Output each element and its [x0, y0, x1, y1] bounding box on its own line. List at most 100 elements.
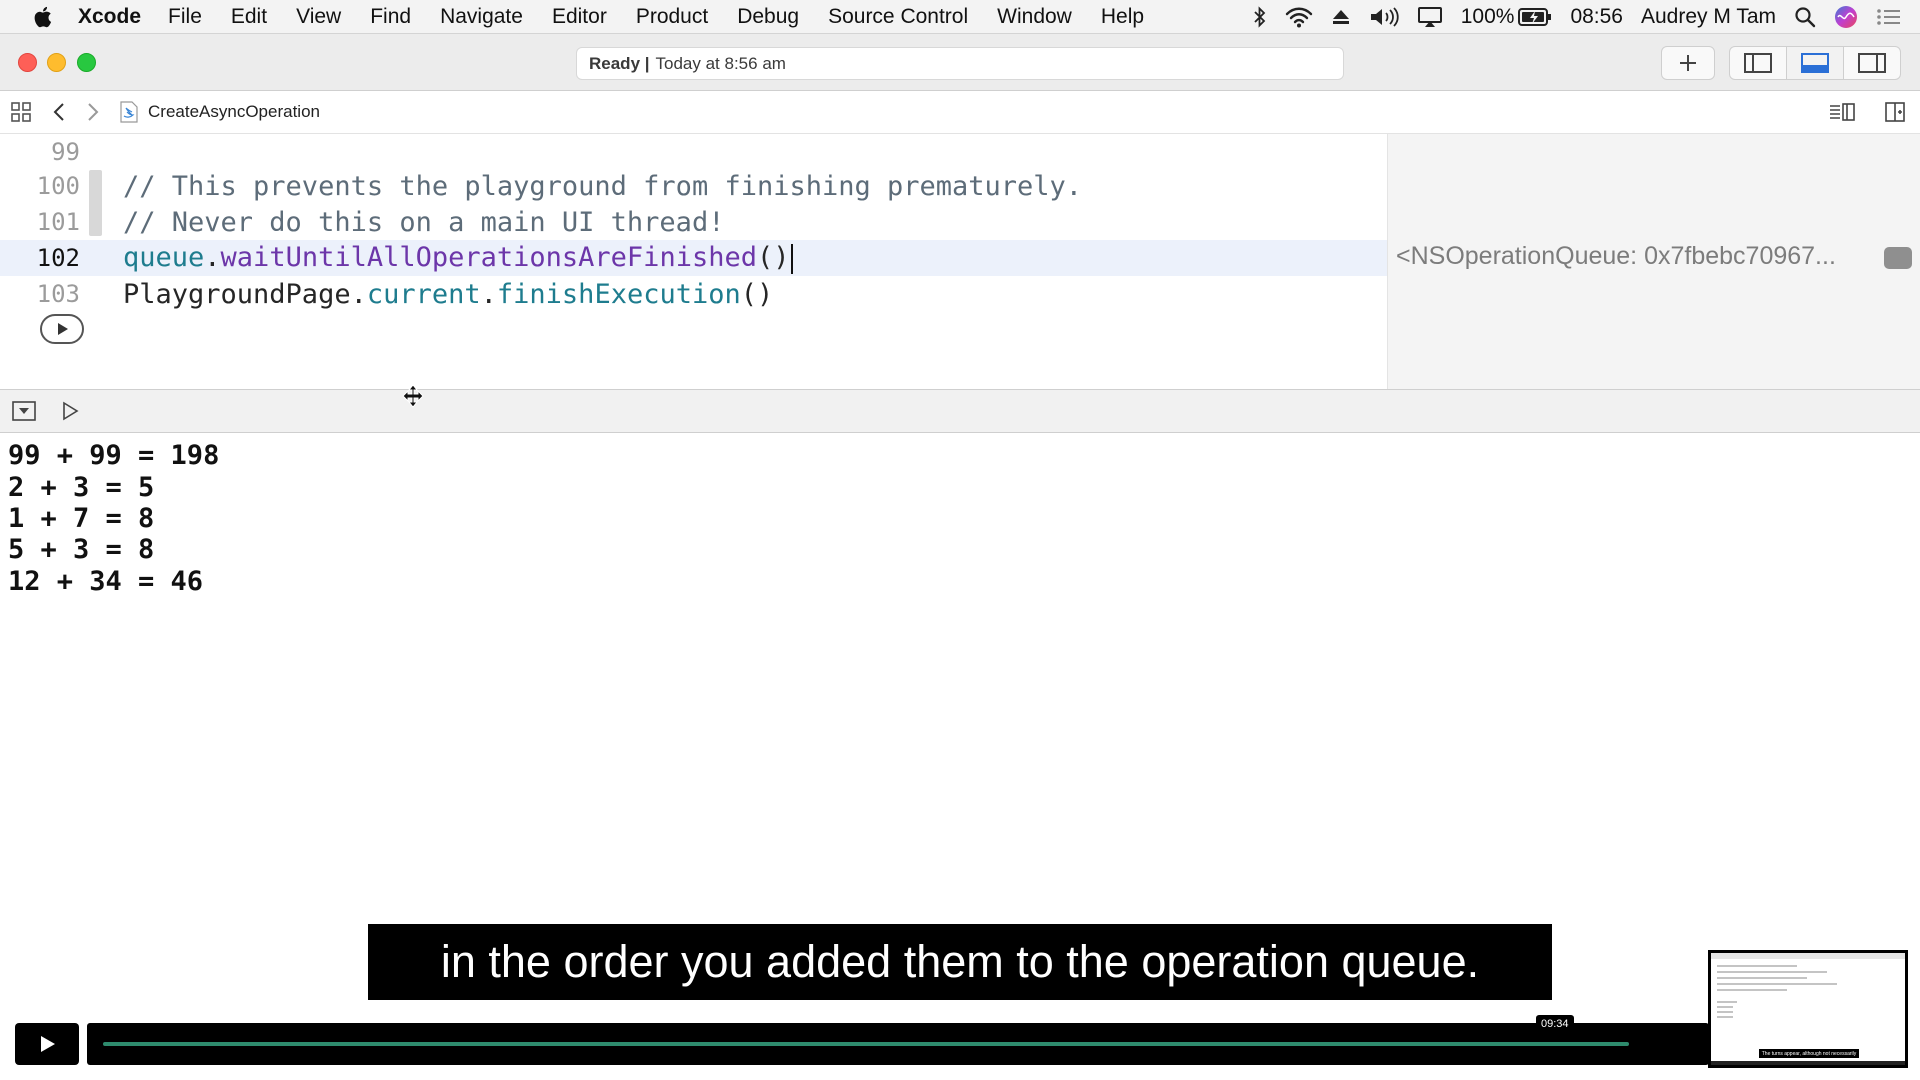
thumbnail-caption: The turns appear, although not necessari… [1759, 1049, 1859, 1058]
code-token: waitUntilAllOperationsAreFinished [220, 242, 757, 274]
debug-bar [0, 389, 1920, 433]
menu-editor[interactable]: Editor [552, 5, 607, 29]
run-button[interactable] [60, 401, 80, 421]
menu-edit[interactable]: Edit [231, 5, 267, 29]
console-line: 12 + 34 = 46 [8, 566, 204, 597]
code-line[interactable]: 103 PlaygroundPage.current.finishExecuti… [0, 276, 1387, 312]
debug-area-toggle-icon [1801, 53, 1829, 73]
run-playground-button[interactable] [40, 314, 84, 344]
volume-icon[interactable] [1369, 6, 1399, 28]
code-token: . [480, 278, 497, 310]
navigator-toggle-icon [1744, 53, 1772, 73]
menu-find[interactable]: Find [370, 5, 411, 29]
hide-debug-area-button[interactable] [12, 401, 36, 421]
menu-app-xcode[interactable]: Xcode [78, 5, 141, 29]
code-token: current [366, 278, 481, 310]
code-token: PlaygroundPage [123, 278, 351, 310]
jump-bar: CreateAsyncOperation [0, 91, 1920, 134]
video-play-button[interactable] [15, 1023, 79, 1065]
menu-help[interactable]: Help [1101, 5, 1144, 29]
result-value[interactable]: <NSOperationQueue: 0x7fbebc70967... [1396, 242, 1836, 271]
search-icon[interactable] [1794, 6, 1816, 28]
activity-status: Ready | [589, 53, 650, 73]
code-token: () [740, 278, 774, 310]
code-comment: // This prevents the playground from fin… [123, 170, 1083, 202]
code-token: () [756, 242, 790, 274]
menu-bar: Xcode File Edit View Find Navigate Edito… [0, 0, 1920, 34]
console-line: 5 + 3 = 8 [8, 534, 155, 565]
video-progress-fill [103, 1042, 1629, 1046]
change-bar [89, 170, 102, 236]
airplay-icon[interactable] [1417, 6, 1443, 28]
menu-view[interactable]: View [296, 5, 341, 29]
eject-icon[interactable] [1331, 8, 1351, 26]
bluetooth-icon[interactable] [1253, 5, 1267, 29]
zoom-window-button[interactable] [77, 53, 96, 72]
activity-viewer: Ready | Today at 8:56 am [576, 47, 1344, 80]
battery-percent: 100% [1460, 5, 1515, 28]
line-number: 103 [36, 280, 80, 308]
quick-look-button[interactable] [1884, 247, 1912, 269]
code-token: . [350, 278, 367, 310]
menu-debug[interactable]: Debug [737, 5, 799, 29]
code-token: finishExecution [496, 278, 741, 310]
battery-icon[interactable] [1518, 8, 1552, 26]
menu-file[interactable]: File [168, 5, 202, 29]
console-line: 2 + 3 = 5 [8, 472, 155, 503]
editor-options-icon[interactable] [1828, 101, 1856, 123]
console-line: 1 + 7 = 8 [8, 503, 155, 534]
swift-file-icon [120, 101, 138, 123]
code-statement: queue.waitUntilAllOperationsAreFinished(… [123, 242, 793, 274]
code-line[interactable]: 101 // Never do this on a main UI thread… [0, 204, 1387, 240]
activity-time: Today at 8:56 am [655, 53, 786, 73]
status-area: 100% 08:56 Audrey M Tam [1253, 0, 1920, 34]
code-line[interactable]: 100 // This prevents the playground from… [0, 168, 1387, 204]
line-number: 102 [36, 244, 80, 272]
code-token: . [204, 242, 221, 274]
add-icon [1680, 55, 1696, 71]
wifi-icon[interactable] [1285, 6, 1313, 28]
hide-debug-icon [12, 401, 36, 421]
menu-source-control[interactable]: Source Control [828, 5, 968, 29]
video-timestamp: 09:34 [1536, 1015, 1574, 1033]
line-number: 100 [36, 172, 80, 200]
menu-navigate[interactable]: Navigate [440, 5, 523, 29]
video-scrubber[interactable] [87, 1023, 1709, 1065]
play-icon [41, 1036, 55, 1052]
code-statement: PlaygroundPage.current.finishExecution() [123, 279, 773, 310]
code-line-current[interactable]: 102 queue.waitUntilAllOperationsAreFinis… [0, 240, 1387, 276]
list-icon[interactable] [1876, 7, 1902, 27]
menu-window[interactable]: Window [997, 5, 1072, 29]
back-icon[interactable] [52, 101, 66, 123]
code-comment: // Never do this on a main UI thread! [123, 206, 725, 238]
close-window-button[interactable] [18, 53, 37, 72]
video-thumbnail-preview: The turns appear, although not necessari… [1708, 950, 1908, 1068]
user-name[interactable]: Audrey M Tam [1641, 5, 1776, 29]
video-caption: in the order you added them to the opera… [368, 924, 1552, 1000]
run-icon [63, 401, 79, 421]
line-number: 101 [36, 208, 80, 236]
source-editor[interactable]: 99 100 // This prevents the playground f… [0, 134, 1387, 389]
inspector-toggle-icon [1858, 53, 1886, 73]
add-library-button[interactable] [1661, 46, 1715, 80]
code-line[interactable]: 99 [0, 134, 1387, 170]
play-icon [58, 323, 68, 335]
resize-cursor-icon [400, 383, 426, 414]
siri-icon[interactable] [1834, 5, 1858, 29]
forward-icon[interactable] [86, 101, 100, 123]
text-caret [790, 243, 793, 274]
menu-product[interactable]: Product [636, 5, 708, 29]
clock[interactable]: 08:56 [1570, 5, 1623, 29]
line-number: 99 [51, 138, 80, 166]
code-token: queue [123, 242, 205, 274]
console-line: 99 + 99 = 198 [8, 440, 220, 471]
window-toolbar: Ready | Today at 8:56 am [0, 34, 1920, 91]
grid-icon[interactable] [10, 101, 32, 123]
breadcrumb-file[interactable]: CreateAsyncOperation [148, 102, 320, 122]
apple-icon[interactable] [28, 5, 60, 29]
inspector-toggle-button[interactable] [1843, 46, 1901, 80]
minimize-window-button[interactable] [47, 53, 66, 72]
navigator-toggle-button[interactable] [1729, 46, 1787, 80]
add-editor-icon[interactable] [1884, 101, 1906, 123]
debug-area-toggle-button[interactable] [1786, 46, 1844, 80]
